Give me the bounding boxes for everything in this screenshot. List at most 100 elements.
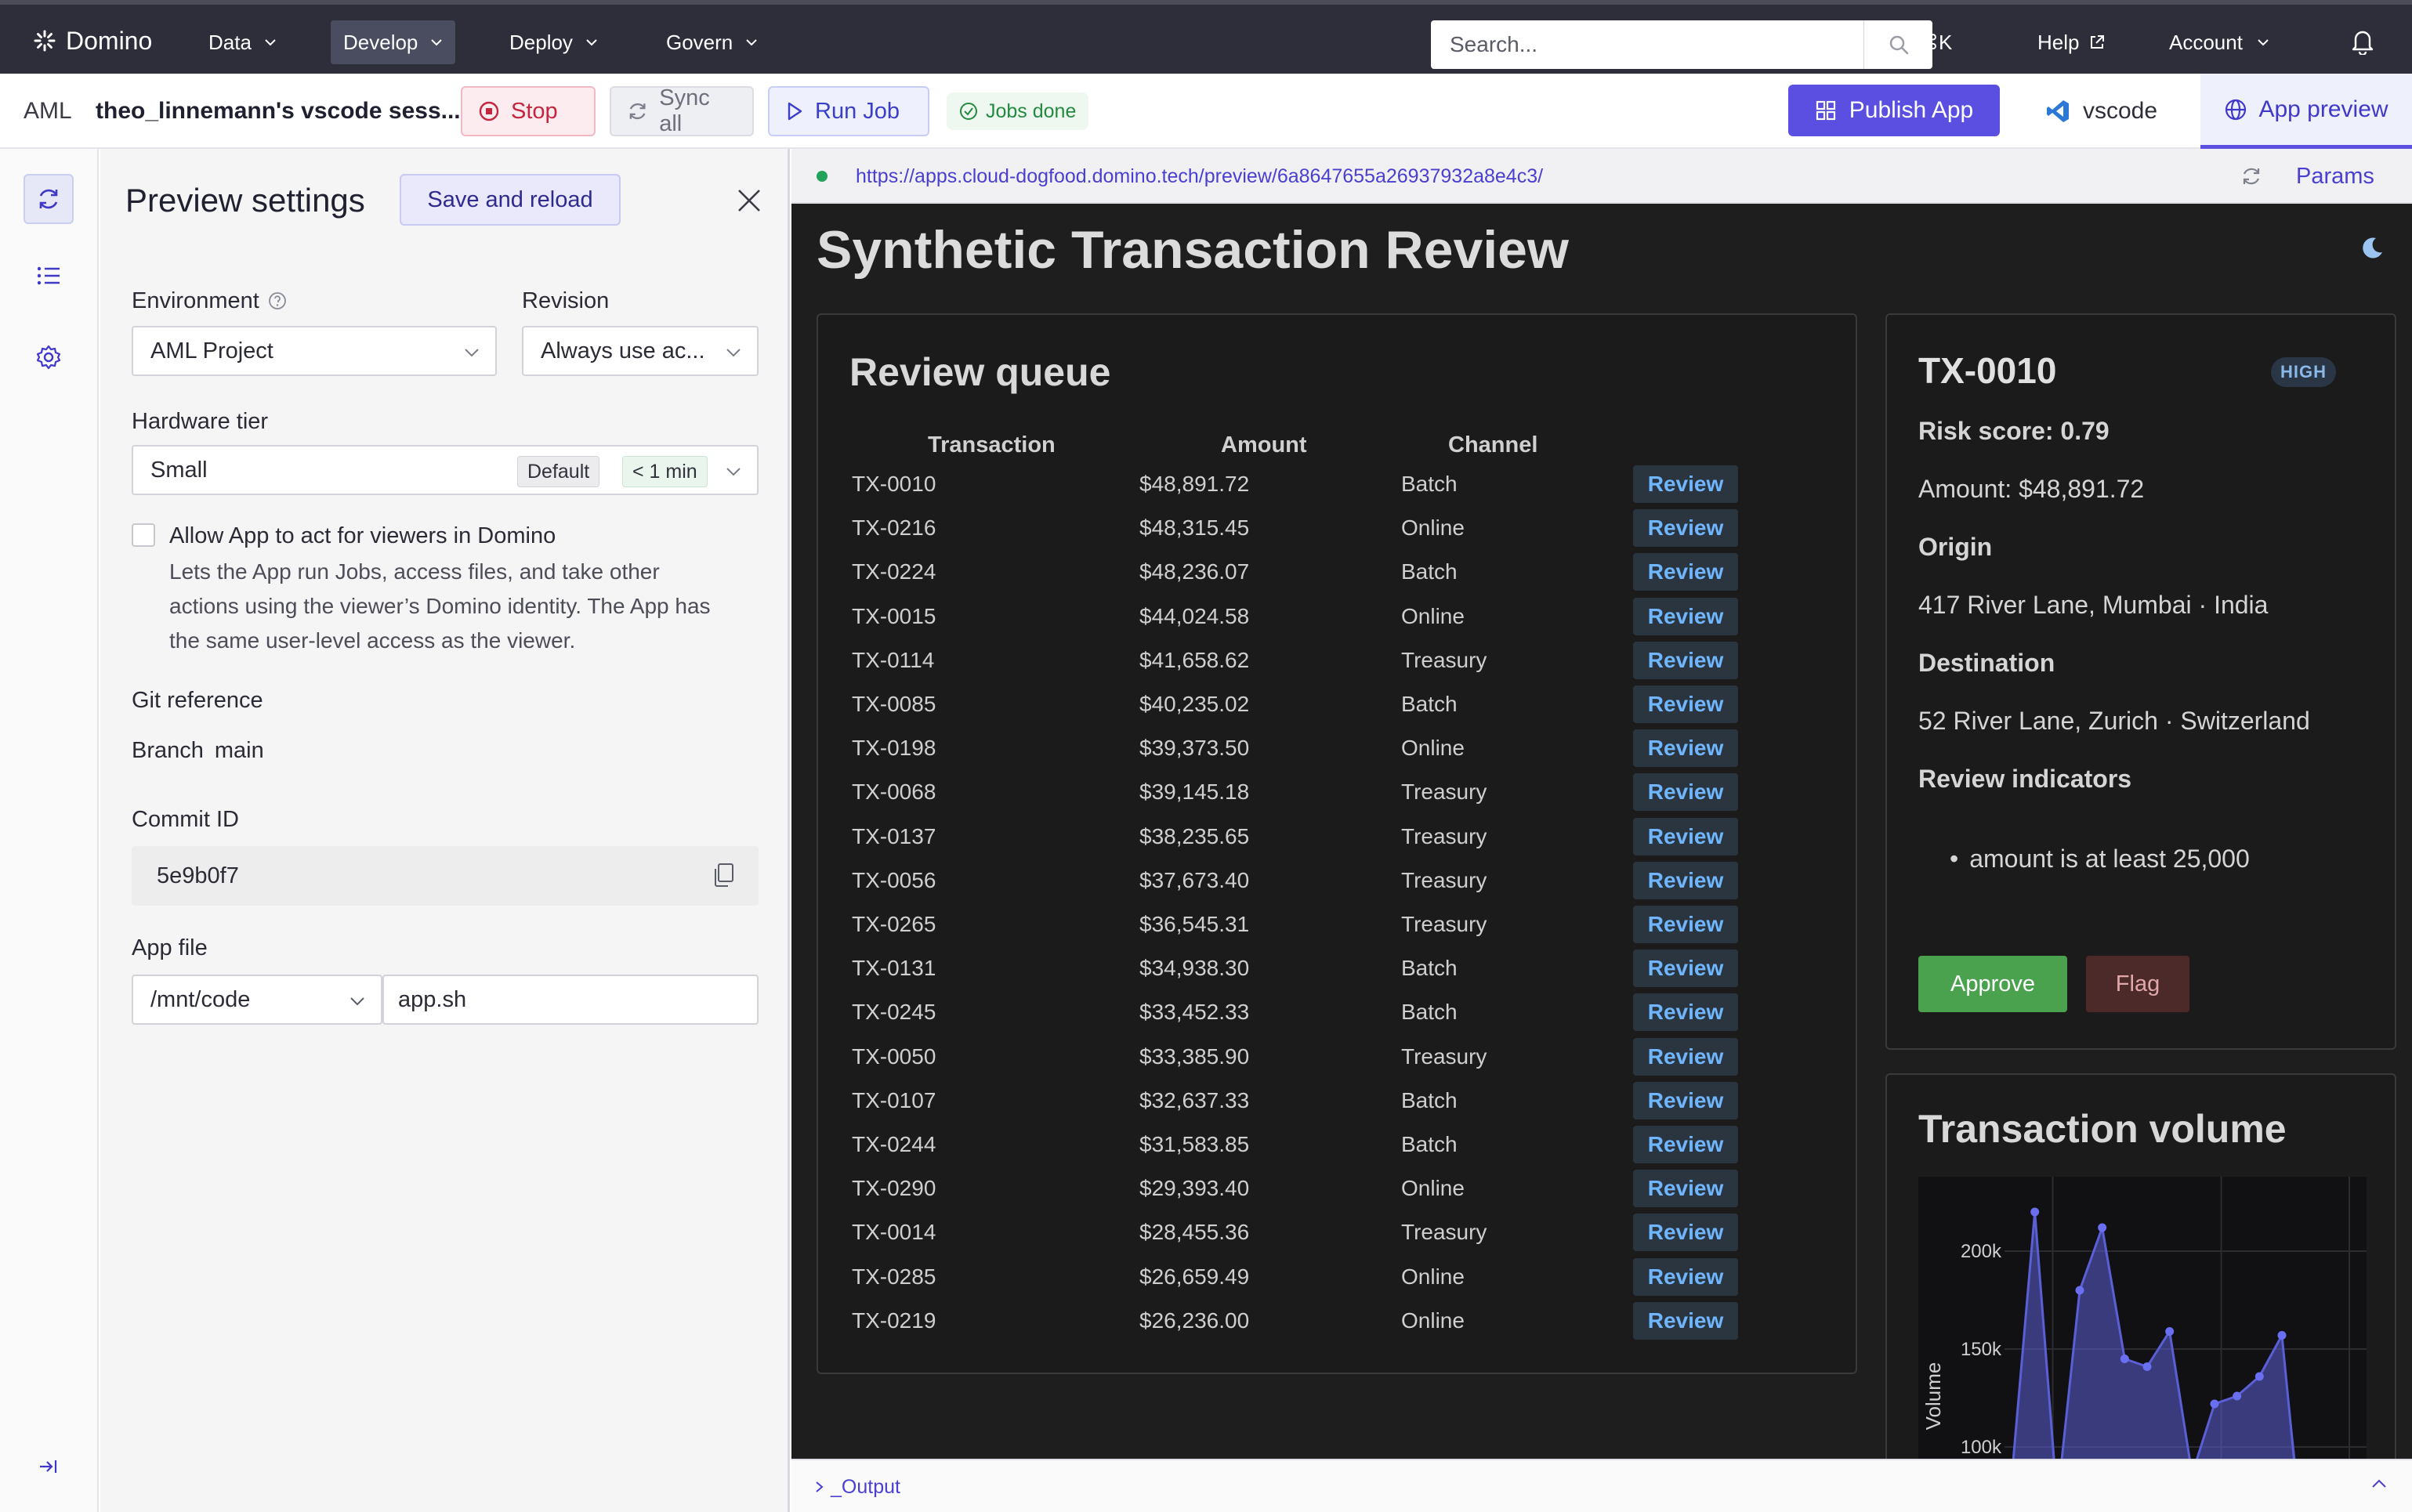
- review-button[interactable]: Review: [1633, 950, 1738, 988]
- table-row: TX-0290 $29,393.40 Online Review: [849, 1170, 1738, 1210]
- allow-app-checkbox[interactable]: [132, 523, 155, 547]
- channel-cell: Treasury: [1401, 1220, 1487, 1245]
- preview-url[interactable]: https://apps.cloud-dogfood.domino.tech/p…: [856, 161, 1543, 191]
- app-preview-frame: Synthetic Transaction Review Review queu…: [791, 204, 2412, 1459]
- collapse-panel-icon[interactable]: [38, 1457, 60, 1476]
- allow-app-help: Lets the App run Jobs, access files, and…: [169, 559, 711, 653]
- params-button[interactable]: Params: [2296, 160, 2374, 193]
- approve-button[interactable]: Approve: [1918, 956, 2067, 1012]
- review-button[interactable]: Review: [1633, 641, 1738, 679]
- flag-button[interactable]: Flag: [2086, 956, 2189, 1012]
- review-button[interactable]: Review: [1633, 1214, 1738, 1252]
- hardware-tier-value: Small: [150, 457, 208, 483]
- close-panel-button[interactable]: [733, 185, 765, 216]
- data-point: [2277, 1331, 2287, 1340]
- nav-develop[interactable]: Develop: [331, 20, 456, 64]
- nav-develop-label: Develop: [343, 30, 418, 54]
- transaction-id-cell: TX-0114: [852, 647, 935, 672]
- tab-app-preview[interactable]: App preview: [2200, 74, 2412, 149]
- table-row: TX-0219 $26,236.00 Online Review: [849, 1301, 1738, 1343]
- channel-cell: Online: [1401, 603, 1465, 628]
- detail-amount: Amount: $48,891.72: [1918, 475, 2145, 503]
- review-button[interactable]: Review: [1633, 1037, 1738, 1076]
- search-input[interactable]: [1431, 20, 1831, 69]
- copy-icon[interactable]: [712, 862, 735, 888]
- chevron-down-icon: [431, 39, 443, 46]
- domino-logo[interactable]: Domino: [33, 24, 152, 58]
- channel-cell: Online: [1401, 736, 1465, 761]
- review-button[interactable]: Review: [1633, 729, 1738, 768]
- help-circle-icon[interactable]: [267, 291, 288, 311]
- transaction-detail-card: TX-0010 HIGH Risk score: 0.79 Amount: $4…: [1885, 313, 2396, 1050]
- refresh-icon[interactable]: [2240, 165, 2263, 188]
- table-row: TX-0198 $39,373.50 Online Review: [849, 729, 1738, 770]
- review-button[interactable]: Review: [1633, 553, 1738, 591]
- rail-list[interactable]: [24, 251, 74, 301]
- review-button[interactable]: Review: [1633, 1126, 1738, 1163]
- nav-deploy[interactable]: Deploy: [497, 20, 610, 64]
- output-label: _Output: [831, 1475, 900, 1498]
- table-row: TX-0010 $48,891.72 Batch Review: [849, 465, 1738, 506]
- nav-govern-label: Govern: [666, 30, 733, 54]
- review-button[interactable]: Review: [1633, 1170, 1738, 1208]
- revision-select[interactable]: Always use ac...: [522, 326, 759, 376]
- review-indicators-label: Review indicators: [1918, 765, 2132, 793]
- refresh-icon: [39, 189, 58, 209]
- review-button[interactable]: Review: [1633, 861, 1738, 899]
- amount-cell: $39,373.50: [1139, 736, 1250, 761]
- table-row: TX-0216 $48,315.45 Online Review: [849, 509, 1738, 550]
- run-job-button[interactable]: Run Job: [768, 86, 929, 136]
- nav-data[interactable]: Data: [196, 20, 289, 64]
- transaction-id-cell: TX-0056: [852, 867, 936, 892]
- save-and-reload-button[interactable]: Save and reload: [400, 174, 621, 226]
- publish-app-button[interactable]: Publish App: [1788, 85, 2000, 136]
- transaction-id-cell: TX-0137: [852, 823, 936, 848]
- session-name: theo_linnemann's vscode sess...: [96, 98, 461, 124]
- review-button[interactable]: Review: [1633, 1257, 1738, 1296]
- rail-settings[interactable]: [24, 332, 74, 382]
- account-menu[interactable]: Account: [2169, 24, 2269, 61]
- data-point: [2075, 1286, 2084, 1295]
- review-button[interactable]: Review: [1633, 993, 1738, 1032]
- channel-cell: Online: [1401, 1176, 1465, 1201]
- environment-select[interactable]: AML Project: [132, 326, 497, 376]
- review-button[interactable]: Review: [1633, 773, 1738, 812]
- review-button[interactable]: Review: [1633, 685, 1738, 723]
- amount-cell: $33,385.90: [1139, 1044, 1250, 1069]
- hardware-tier-select[interactable]: Small Default < 1 min: [132, 445, 759, 495]
- stop-button[interactable]: Stop: [461, 86, 596, 136]
- chevron-up-icon[interactable]: [2371, 1479, 2387, 1488]
- environment-label-text: Environment: [132, 288, 259, 313]
- tab-vscode[interactable]: vscode: [2045, 88, 2157, 135]
- nav-govern[interactable]: Govern: [654, 20, 770, 64]
- sync-all-button[interactable]: Sync all: [610, 85, 754, 136]
- table-row: TX-0014 $28,455.36 Treasury Review: [849, 1214, 1738, 1254]
- app-file-name-input[interactable]: app.sh: [382, 975, 759, 1025]
- review-button[interactable]: Review: [1633, 1081, 1738, 1120]
- review-button[interactable]: Review: [1633, 597, 1738, 635]
- review-button[interactable]: Review: [1633, 509, 1738, 548]
- moon-icon[interactable]: [2359, 235, 2385, 262]
- breadcrumb-project[interactable]: AML: [24, 92, 72, 130]
- amount-cell: $26,659.49: [1139, 1264, 1250, 1289]
- table-row: TX-0107 $32,637.33 Batch Review: [849, 1081, 1738, 1123]
- channel-cell: Online: [1401, 1308, 1465, 1333]
- review-button[interactable]: Review: [1633, 817, 1738, 855]
- rail-preview-settings[interactable]: [24, 174, 74, 224]
- data-point: [2142, 1362, 2152, 1371]
- output-toggle[interactable]: _Output: [815, 1473, 900, 1501]
- output-bar[interactable]: _Output: [791, 1459, 2412, 1512]
- list-icon: [37, 266, 60, 285]
- bell-icon[interactable]: [2351, 28, 2374, 55]
- branch-label: Branch: [132, 737, 204, 763]
- channel-cell: Treasury: [1401, 647, 1487, 672]
- app-file-directory-select[interactable]: /mnt/code: [132, 975, 382, 1025]
- help-link[interactable]: Help: [2037, 24, 2106, 61]
- commit-id-value: 5e9b0f7: [157, 863, 239, 888]
- hardware-default-badge: Default: [517, 456, 600, 487]
- review-button[interactable]: Review: [1633, 906, 1738, 943]
- stop-icon: [479, 101, 499, 121]
- transaction-volume-card: Transaction volume 200k 150k 100k Volume: [1885, 1073, 2396, 1459]
- review-button[interactable]: Review: [1633, 1301, 1738, 1340]
- review-button[interactable]: Review: [1633, 465, 1738, 503]
